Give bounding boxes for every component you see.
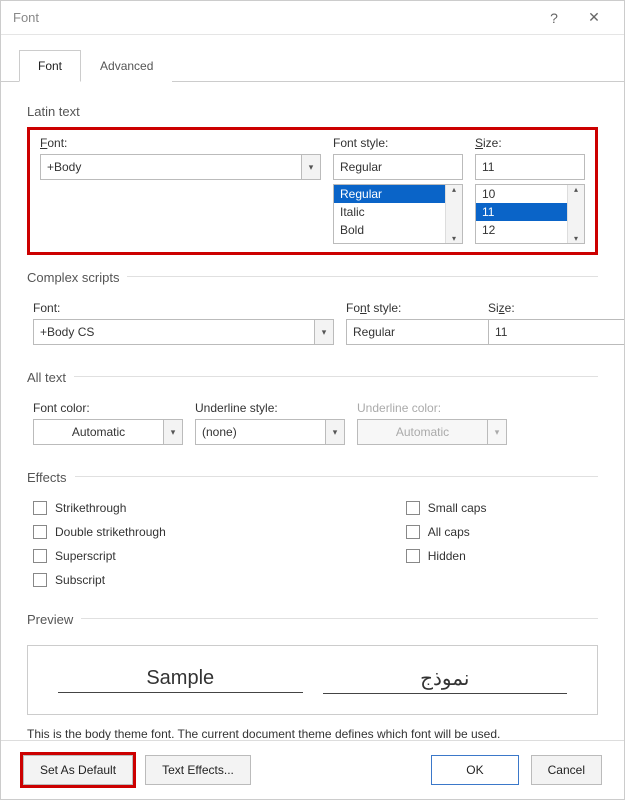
complex-font-input[interactable]	[33, 319, 314, 345]
checkbox-icon	[406, 525, 420, 539]
chevron-down-icon[interactable]: ▾	[325, 419, 345, 445]
checkbox-icon	[33, 501, 47, 515]
checkbox-superscript[interactable]: Superscript	[33, 549, 166, 563]
complex-font-label: Font:	[33, 301, 334, 315]
checkbox-strikethrough[interactable]: Strikethrough	[33, 501, 166, 515]
latin-font-input[interactable]	[40, 154, 301, 180]
preview-box: Sample نموذج	[27, 645, 598, 715]
latin-size-list[interactable]: 10 11 12 ▴▾	[475, 184, 585, 244]
close-icon: ✕	[588, 9, 600, 26]
size-label: Size:	[475, 136, 585, 150]
tab-advanced[interactable]: Advanced	[81, 50, 172, 82]
font-label: Font:	[40, 136, 321, 150]
preview-description: This is the body theme font. The current…	[27, 727, 598, 740]
checkbox-icon	[406, 501, 420, 515]
checkbox-icon	[33, 549, 47, 563]
window-title: Font	[13, 10, 534, 25]
section-complex: Complex scripts	[27, 261, 598, 277]
font-style-label: Font style:	[333, 136, 463, 150]
titlebar: Font ? ✕	[1, 1, 624, 35]
highlight-latin: Font: ▾ Font style: Regular Italic Bold …	[27, 127, 598, 255]
tab-label: Font	[38, 59, 62, 73]
section-latin-title: Latin text	[27, 104, 598, 119]
dialog-content: Latin text Font: ▾ Font style: Regular I…	[1, 82, 624, 740]
scrollbar[interactable]: ▴▾	[567, 185, 584, 243]
checkbox-small-caps[interactable]: Small caps	[406, 501, 487, 515]
latin-size-input[interactable]	[475, 154, 585, 180]
checkbox-icon	[33, 573, 47, 587]
dialog-footer: Set As Default Text Effects... OK Cancel	[1, 740, 624, 799]
list-item[interactable]: Italic	[334, 203, 462, 221]
section-preview: Preview	[27, 603, 598, 619]
tab-font[interactable]: Font	[19, 50, 81, 82]
section-alltext: All text	[27, 361, 598, 377]
complex-style-label: Font style:	[346, 301, 476, 315]
preview-sample-complex: نموذج	[323, 666, 568, 694]
tab-bar: Font Advanced	[1, 35, 624, 82]
checkbox-hidden[interactable]: Hidden	[406, 549, 487, 563]
underline-style-label: Underline style:	[195, 401, 345, 415]
underline-style-select[interactable]: (none) ▾	[195, 419, 345, 445]
checkbox-icon	[406, 549, 420, 563]
scrollbar[interactable]: ▴▾	[445, 185, 462, 243]
underline-color-select: Automatic ▾	[357, 419, 507, 445]
chevron-down-icon[interactable]: ▾	[314, 319, 334, 345]
checkbox-icon	[33, 525, 47, 539]
latin-style-input[interactable]	[333, 154, 463, 180]
font-color-label: Font color:	[33, 401, 183, 415]
latin-font-select[interactable]: ▾	[40, 154, 321, 180]
list-item[interactable]: Bold	[334, 221, 462, 239]
tab-label: Advanced	[100, 59, 153, 73]
complex-style-select[interactable]: ▾	[346, 319, 476, 345]
close-button[interactable]: ✕	[574, 1, 614, 35]
checkbox-double-strikethrough[interactable]: Double strikethrough	[33, 525, 166, 539]
latin-style-list[interactable]: Regular Italic Bold ▴▾	[333, 184, 463, 244]
cancel-button[interactable]: Cancel	[531, 755, 602, 785]
complex-size-select[interactable]: ▾	[488, 319, 598, 345]
chevron-down-icon[interactable]: ▾	[301, 154, 321, 180]
underline-color-label: Underline color:	[357, 401, 507, 415]
complex-size-label: Size:	[488, 301, 598, 315]
chevron-down-icon[interactable]: ▾	[163, 419, 183, 445]
text-effects-button[interactable]: Text Effects...	[145, 755, 251, 785]
section-effects: Effects	[27, 461, 598, 477]
font-dialog: Font ? ✕ Font Advanced Latin text Font: …	[0, 0, 625, 800]
checkbox-subscript[interactable]: Subscript	[33, 573, 166, 587]
ok-button[interactable]: OK	[431, 755, 518, 785]
help-button[interactable]: ?	[534, 1, 574, 35]
chevron-down-icon: ▾	[487, 419, 507, 445]
set-as-default-button[interactable]: Set As Default	[23, 755, 133, 785]
checkbox-all-caps[interactable]: All caps	[406, 525, 487, 539]
preview-sample-latin: Sample	[58, 667, 303, 693]
font-color-select[interactable]: Automatic ▾	[33, 419, 183, 445]
complex-font-select[interactable]: ▾	[33, 319, 334, 345]
list-item[interactable]: Regular	[334, 185, 462, 203]
